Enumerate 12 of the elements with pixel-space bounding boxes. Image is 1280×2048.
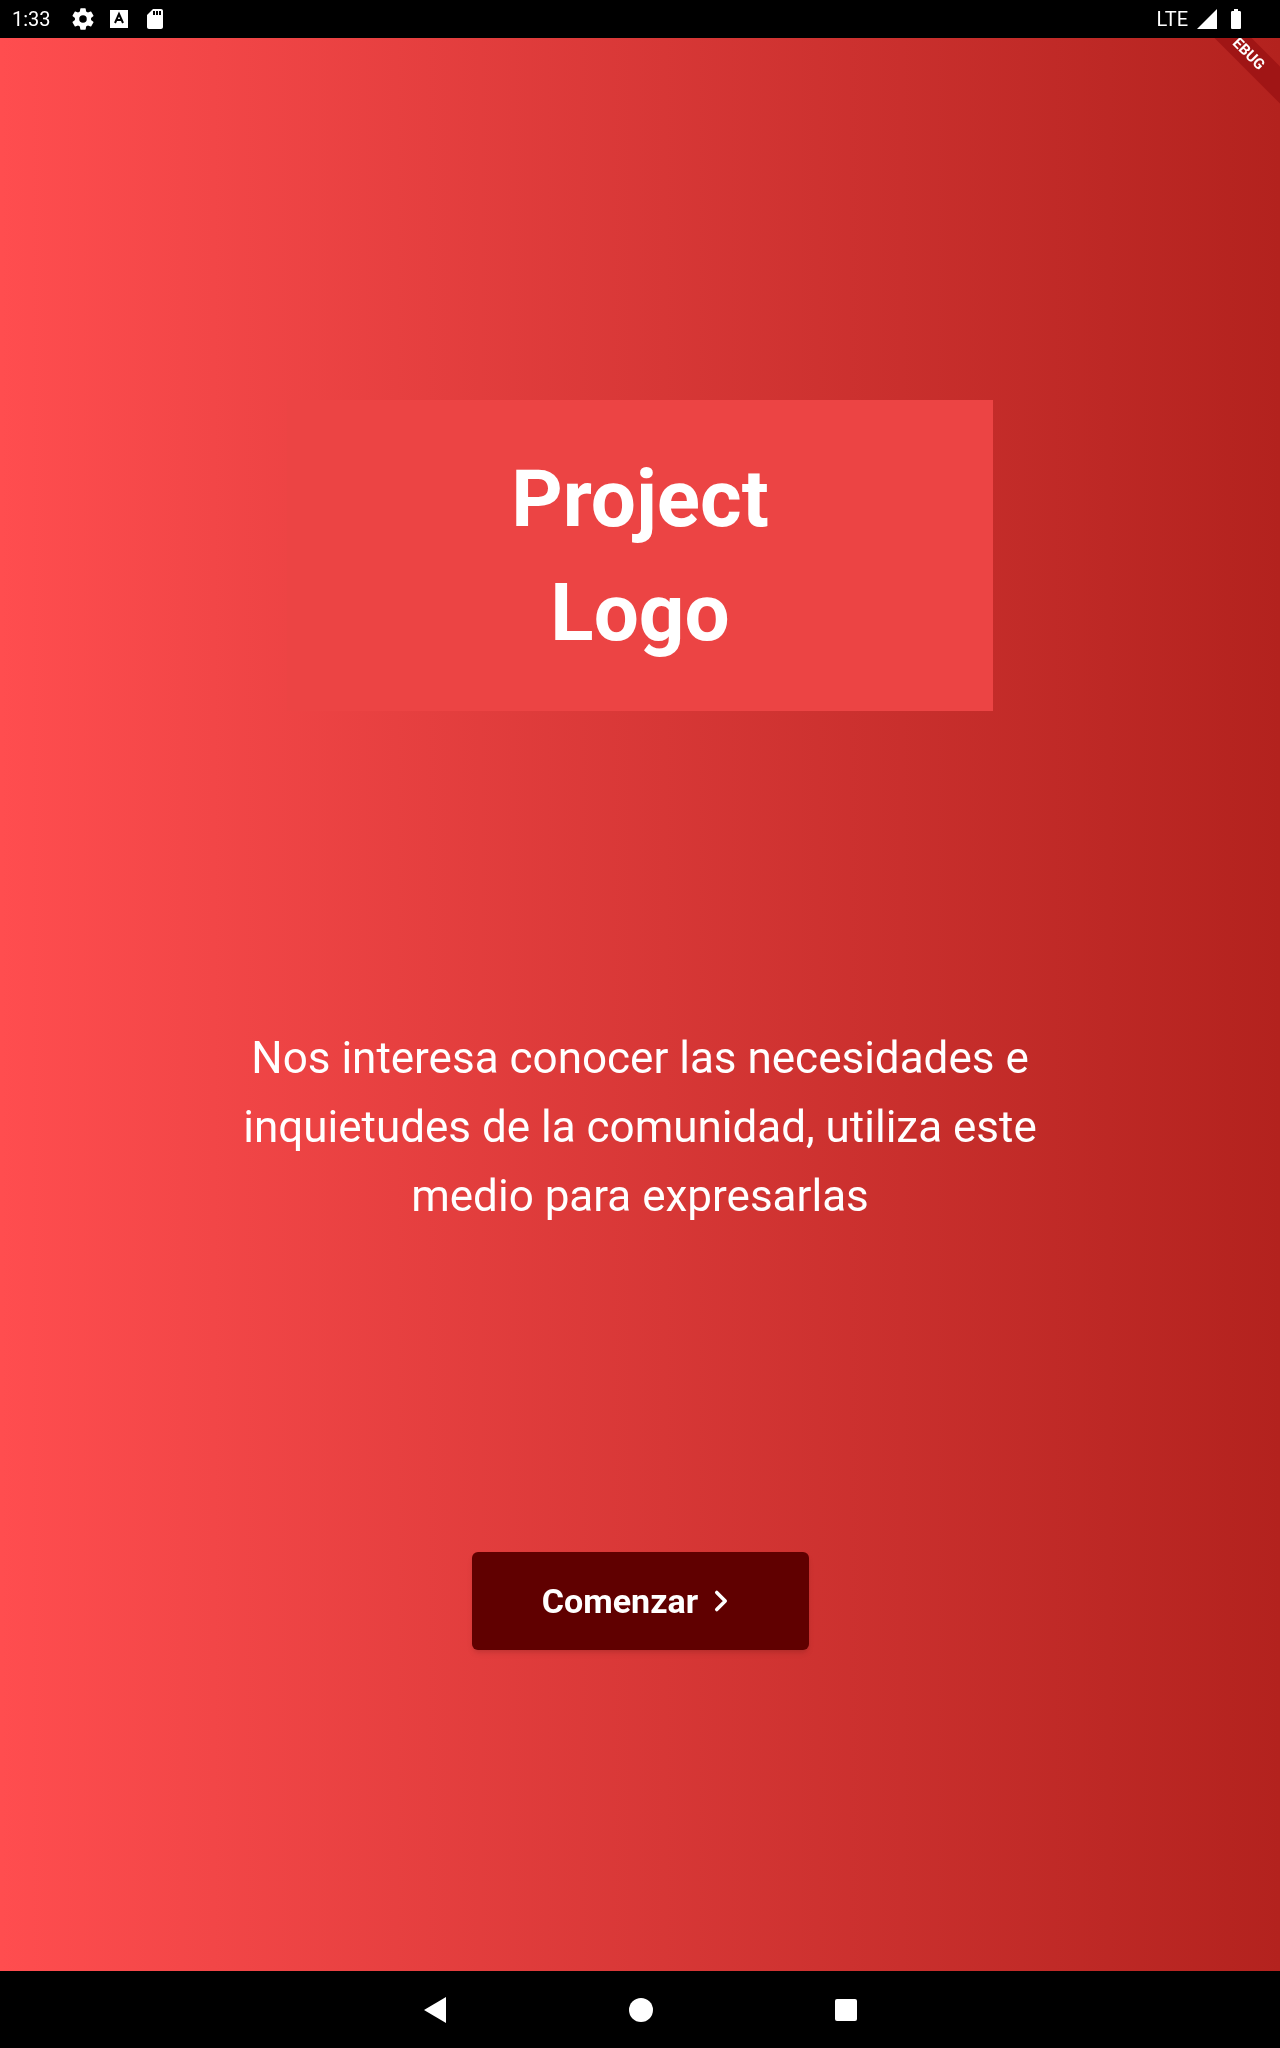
clock-time: 1:33 [12,6,51,33]
start-button[interactable]: Comenzar [471,1552,809,1650]
logo-text: Project [511,450,769,548]
network-type: LTE [1156,6,1188,33]
settings-icon [70,7,95,31]
signal-icon [1196,8,1218,30]
recents-icon[interactable] [834,1997,858,2022]
back-icon[interactable] [422,1995,448,2024]
intro-message: Nos interesa conocer las necesidades e inquietudes de la comunidad, utiliza este medio para expresarlas [242,1031,1038,1224]
logo-text: Logo [550,564,730,662]
home-icon[interactable] [628,1996,654,2023]
a-letter-box-icon [108,9,129,29]
